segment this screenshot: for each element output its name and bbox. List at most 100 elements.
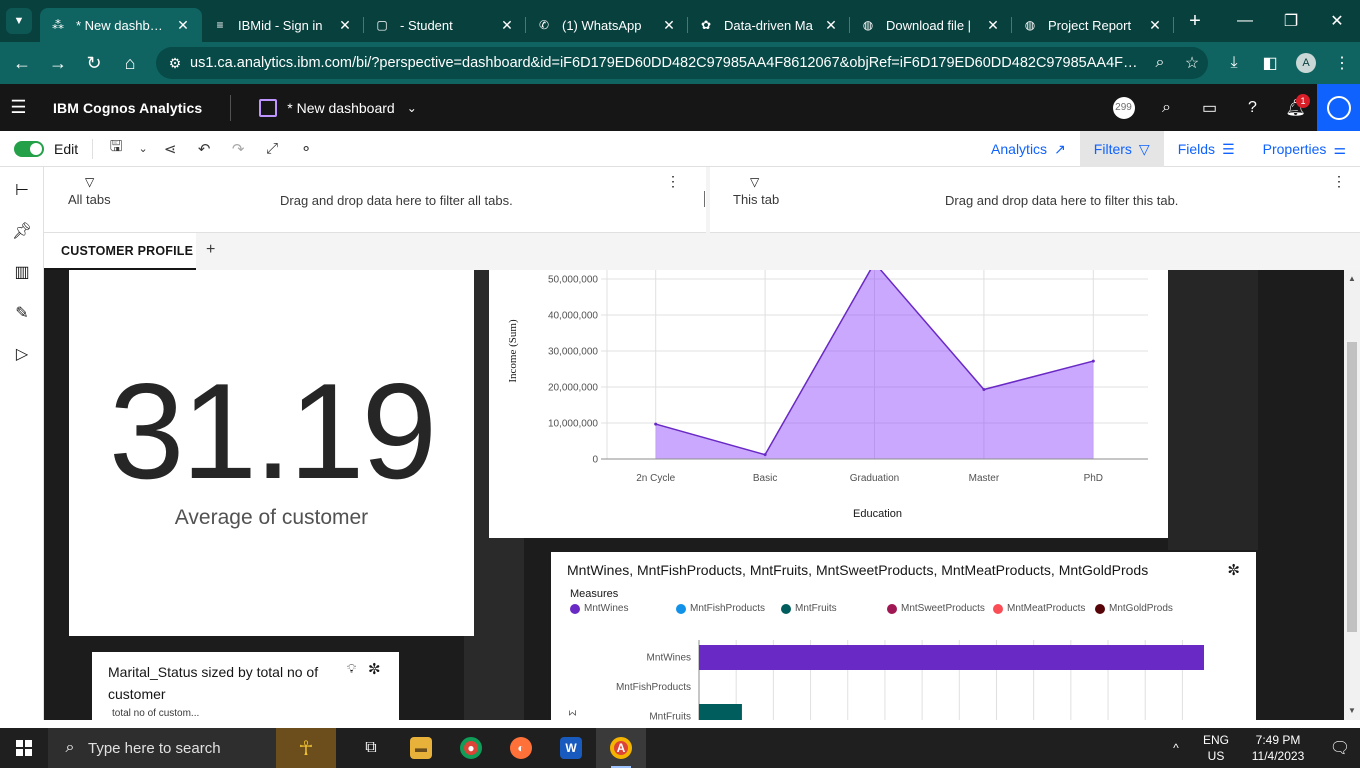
close-tab-icon[interactable]: ✕ xyxy=(984,17,1002,34)
browser-tab[interactable]: ✿ Data-driven Ma ✕ xyxy=(688,8,850,42)
scrollbar-thumb[interactable] xyxy=(1347,342,1357,632)
more-options-icon[interactable]: ⋮ xyxy=(1332,173,1346,190)
dashboard-name[interactable]: * New dashboard xyxy=(287,100,394,116)
browser-tab[interactable]: ◍ Project Report ✕ xyxy=(1012,8,1174,42)
scroll-down-icon[interactable]: ▼ xyxy=(1344,706,1360,715)
language-indicator[interactable]: ENG US xyxy=(1196,732,1236,764)
close-tab-icon[interactable]: ✕ xyxy=(498,17,516,34)
browser-tab[interactable]: ✆ (1) WhatsApp ✕ xyxy=(526,8,688,42)
chevron-up-icon[interactable]: ^ xyxy=(1164,741,1188,755)
close-tab-icon[interactable]: ✕ xyxy=(660,17,678,34)
url-field[interactable]: ⚙ us1.ca.analytics.ibm.com/bi/?perspecti… xyxy=(156,47,1208,79)
filter-bar: ▽ All tabs Drag and drop data here to fi… xyxy=(44,167,1360,233)
start-button[interactable] xyxy=(0,728,48,768)
content-count-button[interactable]: 299 xyxy=(1102,84,1145,131)
hamburger-menu-icon[interactable]: ☰ xyxy=(0,97,37,118)
back-icon[interactable]: ← xyxy=(4,47,40,79)
pin-icon[interactable]: 📌︎ xyxy=(0,210,44,251)
media-icon[interactable]: ▷ xyxy=(0,333,44,374)
browser-tab[interactable]: ◍ Download file | ✕ xyxy=(850,8,1012,42)
data-point xyxy=(654,422,658,426)
edit-toggle[interactable] xyxy=(14,140,44,157)
close-tab-icon[interactable]: ✕ xyxy=(336,17,354,34)
file-explorer-icon[interactable]: ▬ xyxy=(396,728,446,768)
this-tab-filter-zone[interactable]: ▽ This tab Drag and drop data here to fi… xyxy=(710,167,1360,233)
relationships-icon[interactable]: ⚬ xyxy=(289,140,323,158)
income-area-chart-widget[interactable]: 0 10,000,000 20,000,000 30,000,000 40,000,00… xyxy=(489,270,1168,538)
share-icon[interactable]: ⋖ xyxy=(153,140,187,158)
redo-icon[interactable]: ↷ xyxy=(221,140,255,158)
visualizations-icon[interactable]: ▥ xyxy=(0,251,44,292)
close-tab-icon[interactable]: ✕ xyxy=(1146,17,1164,34)
close-tab-icon[interactable]: ✕ xyxy=(822,17,840,34)
search-icon[interactable]: ⌕ xyxy=(1145,84,1188,131)
browser-tab[interactable]: ▢ - Student ✕ xyxy=(364,8,526,42)
filters-button[interactable]: Filters ▽ xyxy=(1079,131,1164,167)
globe-icon: ◍ xyxy=(1024,18,1036,32)
kpi-widget[interactable]: 31.19 Average of customer xyxy=(69,270,474,636)
side-panel-icon[interactable]: ◧ xyxy=(1252,53,1288,73)
firefox-icon[interactable]: ◐ xyxy=(496,728,546,768)
forward-icon[interactable]: → xyxy=(40,47,76,79)
canvas-background-texture xyxy=(1168,270,1258,550)
zoom-icon[interactable]: ⌕ xyxy=(1144,54,1176,72)
home-icon[interactable]: ⌂ xyxy=(112,47,148,79)
tab-separator xyxy=(1173,17,1174,33)
fields-button[interactable]: Fields ☰ xyxy=(1164,131,1249,167)
browser-tab[interactable]: ≡ IBMid - Sign in ✕ xyxy=(202,8,364,42)
save-icon[interactable]: 🖫︎ xyxy=(99,136,133,161)
add-tab-icon[interactable]: + xyxy=(206,241,215,259)
help-icon[interactable]: ? xyxy=(1231,84,1274,131)
new-tab-button[interactable]: + xyxy=(1180,0,1210,42)
header-actions: 299 ⌕ ▭ ? 🔔︎ 1 xyxy=(1102,84,1360,131)
restore-icon[interactable]: ❐ xyxy=(1268,0,1314,42)
close-tab-icon[interactable]: ✕ xyxy=(174,17,192,34)
fields-label: Fields xyxy=(1177,141,1216,157)
fullscreen-icon[interactable]: ⤢ xyxy=(255,140,289,157)
notifications-icon[interactable]: 🔔︎ 1 xyxy=(1274,84,1317,131)
chevron-down-icon[interactable]: ⌄ xyxy=(407,101,417,115)
all-tabs-filter-zone[interactable]: ▽ All tabs Drag and drop data here to fi… xyxy=(44,167,704,233)
more-options-icon[interactable]: ⋮ xyxy=(666,173,680,190)
url-text[interactable]: us1.ca.analytics.ibm.com/bi/?perspective… xyxy=(190,55,1144,71)
bar xyxy=(699,645,1204,670)
income-area-chart: 0 10,000,000 20,000,000 30,000,000 40,000,00… xyxy=(507,270,1148,520)
widgets-icon[interactable]: ✎ xyxy=(0,292,44,333)
lightbulb-icon[interactable]: 💡︎ xyxy=(347,661,356,677)
browser-tab-title: (1) WhatsApp xyxy=(562,17,642,33)
profile-avatar[interactable]: A xyxy=(1296,53,1316,73)
clock[interactable]: 7:49 PM 11/4/2023 xyxy=(1236,732,1320,764)
browser-tab[interactable]: ⁂ * New dashboard ✕ xyxy=(40,8,202,42)
properties-button[interactable]: Properties ⚌ xyxy=(1249,131,1360,167)
products-bar-chart-widget[interactable]: MntWines, MntFishProducts, MntFruits, Mn… xyxy=(551,552,1256,720)
save-menu-chevron-icon[interactable]: ⌄ xyxy=(133,142,153,155)
bar xyxy=(699,704,742,720)
browser-tab-title: * New dashboard xyxy=(76,17,168,33)
marital-status-widget[interactable]: Marital_Status sized by total no of cust… xyxy=(92,652,399,720)
canvas-scrollbar[interactable]: ▲ ▼ xyxy=(1344,270,1360,720)
navigation-tree-icon[interactable]: ⊢ xyxy=(0,169,44,210)
reload-icon[interactable]: ↻ xyxy=(76,47,112,79)
minimize-icon[interactable]: — xyxy=(1222,0,1268,42)
action-center-icon[interactable]: 🗨︎ xyxy=(1320,738,1360,758)
task-view-icon[interactable]: ⧉ xyxy=(346,728,396,768)
site-info-icon[interactable]: ⚙ xyxy=(160,55,190,72)
user-menu-button[interactable] xyxy=(1317,84,1360,131)
browser-menu-icon[interactable]: ⋮ xyxy=(1324,53,1360,73)
marital-widget-title: Marital_Status sized by total no of cust… xyxy=(108,664,319,702)
word-icon[interactable]: W xyxy=(546,728,596,768)
bookmark-star-icon[interactable]: ☆ xyxy=(1176,53,1208,73)
taskbar-search[interactable]: ⌕ Type here to search ☥ xyxy=(48,728,336,768)
close-window-icon[interactable]: ✕ xyxy=(1314,0,1360,42)
y-tick-label: 0 xyxy=(592,455,598,466)
analytics-button[interactable]: Analytics ↗ xyxy=(977,131,1080,167)
chrome-icon[interactable]: ● xyxy=(446,728,496,768)
assistant-icon[interactable]: ▭ xyxy=(1188,84,1231,131)
gear-icon[interactable]: ✼ xyxy=(368,660,381,678)
chrome-profile-icon[interactable]: A xyxy=(596,728,646,768)
download-icon[interactable]: ⤓ xyxy=(1216,54,1252,72)
undo-icon[interactable]: ↶ xyxy=(187,140,221,158)
tab-customer-profile[interactable]: CUSTOMER PROFILE xyxy=(44,233,196,270)
tab-search-button[interactable]: ▼ xyxy=(6,8,32,34)
scroll-up-icon[interactable]: ▲ xyxy=(1344,274,1360,283)
